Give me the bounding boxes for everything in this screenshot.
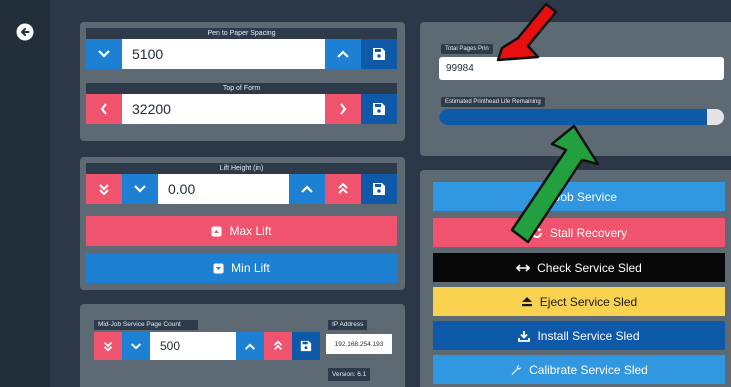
chevron-up-icon bbox=[337, 50, 349, 58]
caret-down-square-icon bbox=[213, 263, 224, 273]
stats-panel bbox=[420, 22, 731, 156]
printhead-life-label: Estimated Printhead Life Remaining bbox=[441, 97, 545, 107]
ip-address-label: IP Address bbox=[328, 320, 368, 330]
printhead-life-fill bbox=[439, 109, 707, 125]
lift-panel: Lift Height (in) 0.00 Max Lift Min Lift bbox=[80, 157, 405, 290]
install-service-sled-label: Install Service Sled bbox=[537, 328, 640, 343]
top-of-form-decrease-button[interactable] bbox=[86, 94, 122, 124]
stall-recovery-button[interactable]: Stall Recovery bbox=[433, 218, 725, 247]
printhead-life-bar bbox=[439, 109, 724, 125]
wrench-icon bbox=[511, 364, 522, 375]
lift-height-label: Lift Height (in) bbox=[86, 163, 397, 174]
chevron-up-icon bbox=[245, 342, 255, 350]
double-chevron-down-icon bbox=[99, 184, 109, 196]
calibrate-service-sled-label: Calibrate Service Sled bbox=[529, 362, 648, 377]
lift-large-increase-button[interactable] bbox=[325, 174, 361, 204]
refresh-icon bbox=[531, 227, 542, 238]
chevron-down-icon bbox=[134, 185, 146, 193]
save-icon bbox=[373, 48, 385, 60]
double-chevron-up-icon bbox=[338, 182, 348, 194]
caret-up-square-icon bbox=[211, 226, 222, 236]
page-count-panel: Mid-Job Service Page Count 500 IP Addres… bbox=[80, 304, 405, 387]
total-pages-label: Total Pages Prin bbox=[441, 44, 493, 54]
pen-spacing-increase-button[interactable] bbox=[325, 39, 361, 69]
page-count-increase-button[interactable] bbox=[236, 332, 264, 360]
pen-spacing-label: Pen to Paper Spacing bbox=[86, 28, 397, 39]
lift-save-button[interactable] bbox=[361, 174, 397, 204]
eject-service-sled-button[interactable]: Eject Service Sled bbox=[433, 287, 725, 316]
page-count-input[interactable]: 500 bbox=[150, 332, 236, 360]
ip-address-value: 192.168.254.193 bbox=[326, 334, 392, 354]
spacing-panel: Pen to Paper Spacing 5100 Top of Form 32… bbox=[80, 22, 405, 141]
page-count-label: Mid-Job Service Page Count bbox=[94, 320, 198, 330]
nav-strip bbox=[0, 0, 50, 387]
page-count-large-decrease-button[interactable] bbox=[94, 332, 122, 360]
check-service-sled-button[interactable]: Check Service Sled bbox=[433, 253, 725, 282]
lift-height-input[interactable]: 0.00 bbox=[158, 174, 289, 204]
lift-increase-button[interactable] bbox=[289, 174, 325, 204]
save-icon bbox=[373, 103, 385, 115]
top-of-form-save-button[interactable] bbox=[361, 94, 397, 124]
max-lift-label: Max Lift bbox=[229, 224, 272, 238]
page-count-decrease-button[interactable] bbox=[122, 332, 150, 360]
version-label: Version: 6.1 bbox=[328, 368, 371, 381]
save-icon bbox=[300, 340, 312, 352]
stall-recovery-label: Stall Recovery bbox=[549, 225, 628, 240]
top-of-form-increase-button[interactable] bbox=[325, 94, 361, 124]
min-lift-label: Min Lift bbox=[231, 261, 270, 275]
pen-spacing-save-button[interactable] bbox=[361, 39, 397, 69]
chevron-down-icon bbox=[98, 50, 110, 58]
back-arrow-icon[interactable] bbox=[15, 22, 35, 42]
arrows-left-right-icon bbox=[516, 263, 531, 272]
save-icon bbox=[373, 183, 385, 195]
page-count-save-button[interactable] bbox=[292, 332, 320, 360]
page-count-large-increase-button[interactable] bbox=[264, 332, 292, 360]
mid-job-service-label: id-Job Service bbox=[540, 189, 618, 204]
double-chevron-down-icon bbox=[103, 341, 113, 352]
lift-large-decrease-button[interactable] bbox=[86, 174, 122, 204]
download-icon bbox=[518, 330, 531, 342]
calibrate-service-sled-button[interactable]: Calibrate Service Sled bbox=[433, 355, 725, 384]
chevron-down-icon bbox=[131, 342, 141, 350]
top-of-form-label: Top of Form bbox=[86, 83, 397, 94]
pen-spacing-decrease-button[interactable] bbox=[86, 39, 122, 69]
chevron-left-icon bbox=[100, 103, 107, 115]
max-lift-button[interactable]: Max Lift bbox=[86, 216, 397, 246]
total-pages-value: 99984 bbox=[439, 57, 724, 80]
lift-decrease-button[interactable] bbox=[122, 174, 158, 204]
mid-job-service-button[interactable]: id-Job Service bbox=[433, 182, 725, 211]
install-service-sled-button[interactable]: Install Service Sled bbox=[433, 321, 725, 350]
pen-spacing-input[interactable]: 5100 bbox=[122, 39, 325, 69]
min-lift-button[interactable]: Min Lift bbox=[86, 253, 397, 283]
chevron-up-icon bbox=[301, 185, 313, 193]
top-of-form-input[interactable]: 32200 bbox=[122, 94, 325, 124]
eject-service-sled-label: Eject Service Sled bbox=[539, 294, 638, 309]
chevron-right-icon bbox=[340, 103, 347, 115]
double-chevron-up-icon bbox=[273, 340, 283, 351]
check-service-sled-label: Check Service Sled bbox=[537, 260, 642, 275]
eject-icon bbox=[521, 297, 532, 307]
